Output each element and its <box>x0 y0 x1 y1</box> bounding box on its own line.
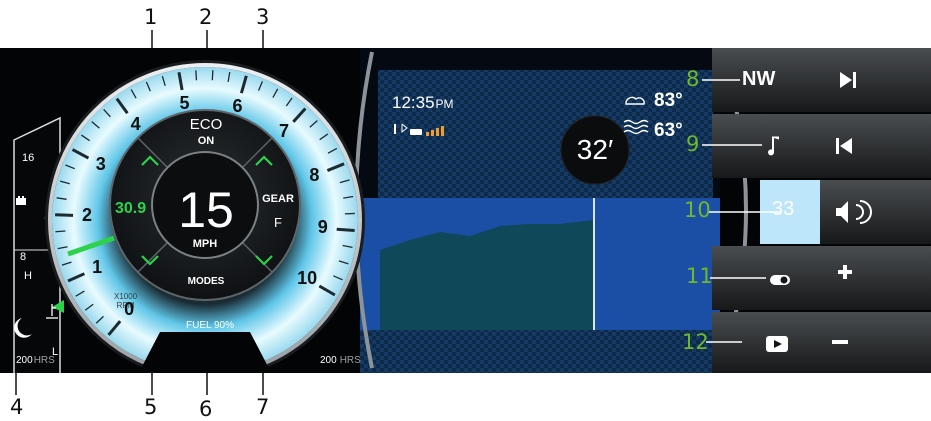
tach-tick <box>196 70 197 80</box>
eco-state: ON <box>178 135 234 147</box>
tach-tick <box>55 231 65 232</box>
side-scale-l: L <box>52 346 58 358</box>
volume-level[interactable]: 33 <box>772 198 794 221</box>
heading-button[interactable]: NW <box>742 68 775 91</box>
tach-tick <box>337 229 355 230</box>
gear-label: GEAR <box>256 193 300 205</box>
tach-number: 10 <box>292 268 322 289</box>
tach-number: 0 <box>114 299 144 320</box>
battery-icon <box>16 198 26 205</box>
gear-value: F <box>256 215 300 230</box>
callout-12: 12 <box>682 330 709 354</box>
water-temp: 63° <box>654 120 683 142</box>
hours-left-value: 200 <box>16 355 33 366</box>
tach-tick <box>55 215 73 216</box>
usb-icon <box>394 124 396 134</box>
side-scale-mid: 8 <box>20 251 26 263</box>
depth-value: 32′ <box>562 134 628 166</box>
speed-unit: MPH <box>185 238 225 250</box>
hours-left: 200HRS <box>16 355 55 366</box>
tach-tick <box>212 70 213 80</box>
dashboard-panel: ECO ON 30.9 15 MPH GEAR F MODES X1000 RP… <box>0 48 931 373</box>
tach-number: 3 <box>86 154 116 175</box>
tach-number: 9 <box>308 217 338 238</box>
fuel-level: FUEL 90% <box>180 320 240 331</box>
tach-number: 7 <box>269 121 299 142</box>
callout-11: 11 <box>686 264 713 288</box>
side-scale-top: 16 <box>22 152 34 164</box>
callout-10: 10 <box>684 198 711 222</box>
air-temp: 83° <box>654 90 683 112</box>
callout-9: 9 <box>686 132 699 156</box>
eco-label: ECO <box>178 116 234 133</box>
speed-value: 15 <box>172 181 240 239</box>
modes-button[interactable]: MODES <box>180 276 232 287</box>
tach-number: 8 <box>299 165 329 186</box>
gear-button[interactable]: GEAR F <box>256 193 300 230</box>
clock-time: 12:35 <box>392 93 435 112</box>
tach-number: 1 <box>82 257 112 278</box>
eco-button[interactable]: ECO ON <box>178 116 234 147</box>
clock-ampm: PM <box>436 97 454 111</box>
set-speed[interactable]: 30.9 <box>115 200 146 218</box>
tach-number: 4 <box>121 114 151 135</box>
hours-right-unit: HRS <box>340 355 361 366</box>
hours-right: 200HRS <box>320 355 361 366</box>
minus-icon[interactable] <box>832 340 848 344</box>
callout-8: 8 <box>686 67 699 91</box>
tach-number: 5 <box>170 93 200 114</box>
hours-right-value: 200 <box>320 355 337 366</box>
side-scale-h: H <box>24 270 32 282</box>
clock: 12:35PM <box>392 93 454 113</box>
tach-number: 2 <box>72 205 102 226</box>
tach-number: 6 <box>223 96 253 117</box>
